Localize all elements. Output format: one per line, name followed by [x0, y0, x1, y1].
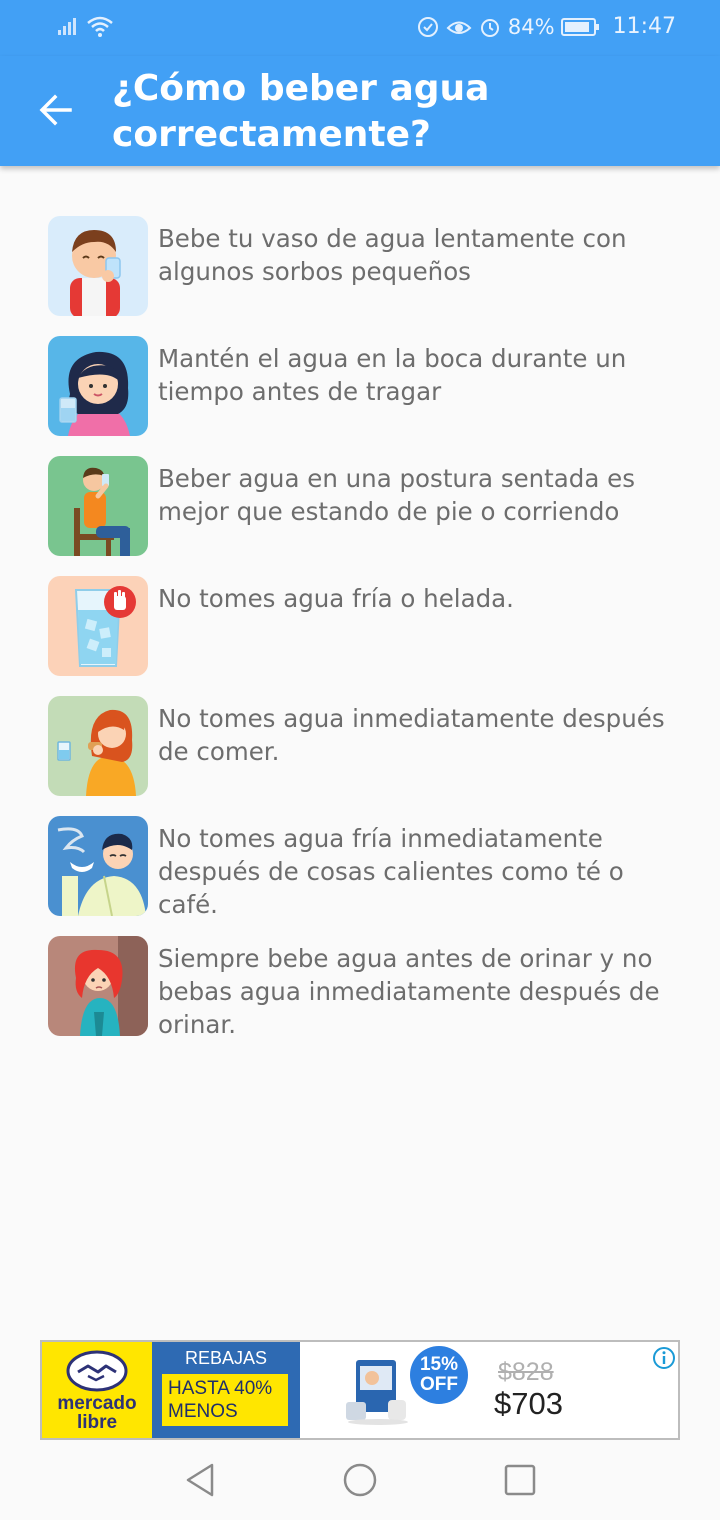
status-bar: 84% 11:47: [0, 0, 720, 56]
badge-percent: 15%: [419, 1354, 459, 1375]
discount-badge: 15% OFF: [410, 1346, 468, 1404]
man-hot-tea-illustration: [48, 816, 148, 916]
list-item: Bebe tu vaso de agua lentamente con algu…: [48, 216, 688, 336]
clock: 11:47: [612, 14, 676, 39]
app-bar: ¿Cómo beber agua correctamente?: [0, 56, 720, 166]
new-price: $703: [494, 1386, 563, 1421]
wifi-icon: [87, 16, 113, 37]
ad-promo-panel: REBAJAS HASTA 40% MENOS: [152, 1342, 300, 1438]
badge-off: OFF: [420, 1374, 458, 1395]
girl-bathroom-illustration: [48, 936, 148, 1036]
recents-square-icon[interactable]: [500, 1460, 540, 1500]
status-left: [56, 14, 114, 38]
home-circle-icon[interactable]: [340, 1460, 380, 1500]
ad-rebajas: REBAJAS: [184, 1348, 268, 1368]
alarm-icon: [480, 18, 499, 37]
battery-percent: 84%: [507, 14, 555, 39]
tip-text: Mantén el agua en la boca durante un tie…: [158, 344, 627, 406]
battery-icon: [560, 17, 599, 36]
data-saver-icon: [417, 16, 438, 37]
signal-icon: [58, 18, 76, 35]
mercadolibre-logo: mercado libre: [42, 1342, 152, 1438]
list-item: No tomes agua fría inmediatamente despué…: [48, 816, 688, 936]
tip-text: No tomes agua fría inmediatamente despué…: [158, 824, 624, 919]
brand-name: mercado libre: [42, 1394, 152, 1432]
info-icon[interactable]: [652, 1346, 676, 1370]
tip-text: No tomes agua inmediatamente después de …: [158, 704, 665, 766]
woman-holding-glass-illustration: [48, 336, 148, 436]
brand-line1: mercado: [57, 1393, 137, 1414]
handshake-icon: [66, 1350, 128, 1392]
tip-text: Beber agua en una postura sentada es mej…: [158, 464, 635, 526]
tip-text: Bebe tu vaso de agua lentamente con algu…: [158, 224, 627, 286]
ice-water-stop-illustration: [48, 576, 148, 676]
list-item: Beber agua en una postura sentada es mej…: [48, 456, 688, 576]
ad-banner[interactable]: mercado libre REBAJAS HASTA 40% MENOS 15…: [40, 1340, 680, 1440]
page-title: ¿Cómo beber agua correctamente?: [112, 68, 490, 155]
woman-eating-illustration: [48, 696, 148, 796]
list-item: No tomes agua fría o helada.: [48, 576, 688, 696]
system-nav-bar: [0, 1440, 720, 1520]
ad-discount-box: HASTA 40% MENOS: [162, 1374, 288, 1426]
old-price: $828: [498, 1358, 554, 1386]
status-right: 84% 11:47: [416, 14, 676, 39]
back-triangle-icon[interactable]: [180, 1460, 220, 1500]
ad-hasta-line1: HASTA 40%: [168, 1378, 273, 1399]
eye-comfort-icon: [446, 21, 472, 34]
tip-text: Siempre bebe agua antes de orinar y no b…: [158, 944, 660, 1039]
boy-drinking-illustration: [48, 216, 148, 316]
list-item: Siempre bebe agua antes de orinar y no b…: [48, 936, 688, 1056]
list-item: No tomes agua inmediatamente después de …: [48, 696, 688, 816]
man-sitting-drinking-illustration: [48, 456, 148, 556]
back-button[interactable]: [30, 84, 82, 136]
tips-list: Bebe tu vaso de agua lentamente con algu…: [48, 216, 688, 1056]
brand-line2: libre: [76, 1412, 118, 1433]
product-image: [346, 1360, 408, 1425]
ad-hasta-line2: MENOS: [168, 1401, 238, 1422]
list-item: Mantén el agua en la boca durante un tie…: [48, 336, 688, 456]
tip-text: No tomes agua fría o helada.: [158, 584, 514, 613]
arrow-left-icon: [39, 94, 72, 126]
